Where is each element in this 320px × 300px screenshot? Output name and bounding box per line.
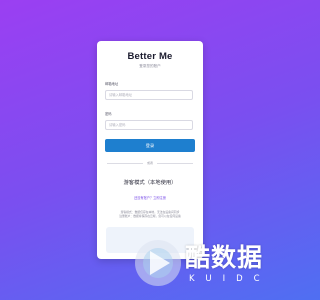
register-link[interactable]: 还没有账户？立即注册 xyxy=(97,195,203,200)
play-triangle-icon xyxy=(150,251,170,275)
email-label: 邮箱地址 xyxy=(105,82,119,86)
password-label: 密码 xyxy=(105,112,112,116)
play-logo-icon xyxy=(135,240,181,286)
guest-mode-button[interactable]: 游客模式（本地使用） xyxy=(97,178,203,186)
login-button[interactable]: 登录 xyxy=(105,139,195,152)
mode-note: 游客模式：数据仅存在本地，无法在设备间同步 注册账户：数据将保存在云端，您可以在… xyxy=(113,210,187,218)
page-subtitle: 登录您的账户 xyxy=(139,64,161,68)
email-field[interactable]: 请输入邮箱地址 xyxy=(105,90,193,100)
note-line: 注册账户：数据将保存在云端，您可以在任何设备 xyxy=(119,214,181,219)
divider: 或者 xyxy=(107,161,193,165)
app-title: Better Me xyxy=(127,51,173,62)
watermark-text: 酷数据 xyxy=(185,243,264,272)
divider-line xyxy=(157,163,193,164)
watermark-subtext: KUIDC xyxy=(189,274,271,284)
password-field[interactable]: 请输入密码 xyxy=(105,120,193,130)
login-card: Better Me 登录您的账户 邮箱地址 请输入邮箱地址 密码 请输入密码 登… xyxy=(97,41,203,259)
watermark: 酷数据 KUIDC xyxy=(135,232,295,294)
